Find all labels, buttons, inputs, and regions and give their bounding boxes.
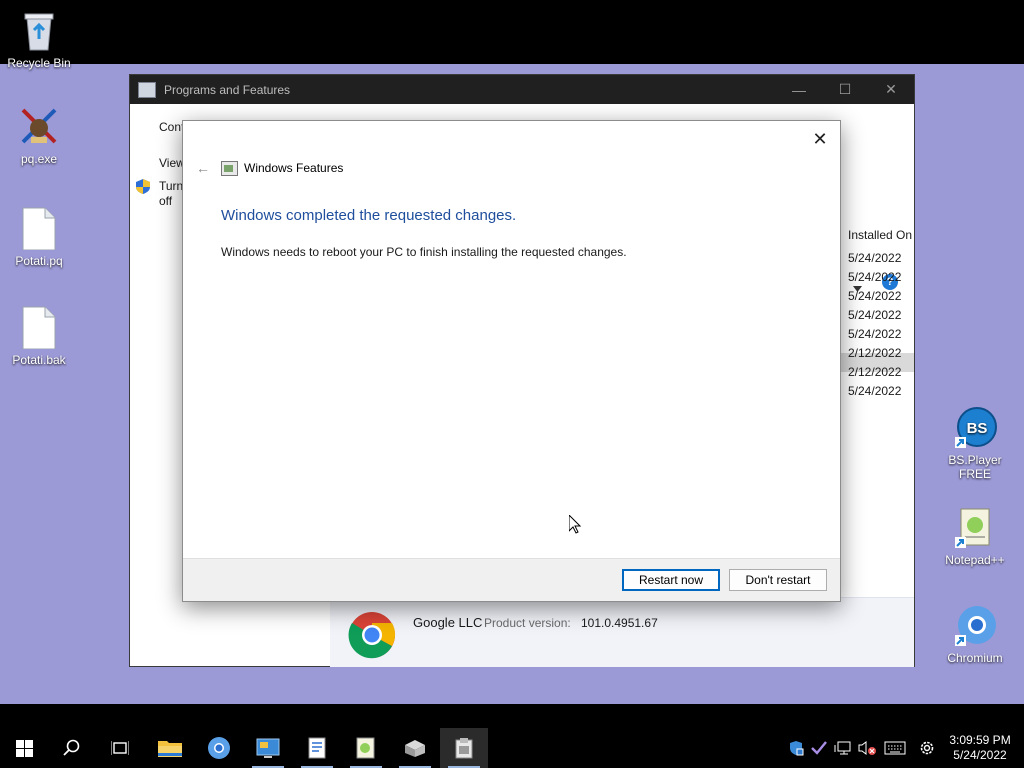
windows-features-icon	[221, 160, 238, 176]
windows-features-dialog: ✕ ← Windows Features Windows completed t…	[182, 120, 841, 602]
dialog-close-button[interactable]: ✕	[806, 126, 834, 152]
product-version-label: Product version:	[484, 616, 571, 630]
clock-time: 3:09:59 PM	[949, 733, 1011, 747]
windows-security-icon[interactable]	[786, 728, 806, 768]
desktop-icon-notepad-plus-plus[interactable]: Notepad++	[937, 505, 1013, 567]
back-arrow-icon[interactable]: ←	[191, 160, 215, 176]
taskbar-document-app[interactable]	[293, 728, 341, 768]
folder-icon	[158, 741, 182, 757]
column-header-installed-on[interactable]: Installed On	[848, 228, 912, 242]
installed-on-cell[interactable]: 5/24/2022	[848, 327, 901, 341]
network-icon[interactable]	[832, 728, 854, 768]
reboot-message: Windows needs to reboot your PC to finis…	[221, 245, 627, 259]
desktop-icon-label: Potati.bak	[12, 353, 66, 367]
programs-features-icon	[455, 738, 473, 759]
desktop-icon-label: Chromium	[947, 651, 1003, 665]
restart-now-button[interactable]: Restart now	[622, 569, 720, 591]
publisher-name: Google LLC	[413, 615, 483, 630]
desktop-icon-label: Potati.pq	[15, 254, 63, 268]
file-icon	[17, 206, 61, 251]
bs-player-icon: BS	[953, 405, 997, 449]
window-titlebar[interactable]: Programs and Features — ☐ ✕	[130, 75, 914, 104]
desktop-icon-label: BS.Player FREE	[948, 453, 1002, 481]
desktop-icon-potati-pq[interactable]: Potati.pq	[1, 206, 77, 268]
desktop-icon-label: Notepad++	[945, 553, 1005, 567]
taskbar-programs-and-features[interactable]	[440, 728, 488, 768]
dialog-footer: Restart now Don't restart	[183, 558, 840, 601]
svg-text:BS: BS	[967, 420, 988, 437]
speaker-muted-icon[interactable]	[856, 728, 878, 768]
desktop-icon-pq-exe[interactable]: pq.exe	[1, 104, 77, 166]
notepad-plus-plus-icon	[953, 505, 997, 549]
product-version-value: 101.0.4951.67	[581, 616, 658, 630]
pq-exe-icon	[17, 104, 61, 148]
installed-on-cell[interactable]: 5/24/2022	[848, 308, 901, 322]
installed-on-cell[interactable]: 5/24/2022	[848, 289, 901, 303]
mouse-cursor-icon	[568, 513, 582, 539]
installed-on-cell[interactable]: 5/24/2022	[848, 384, 901, 398]
sidebar-link-turn-features[interactable]: Turn	[159, 179, 183, 193]
clock-date: 5/24/2022	[953, 748, 1007, 762]
dialog-title: Windows Features	[244, 161, 344, 175]
task-view-button[interactable]	[96, 728, 144, 768]
details-pane: Google LLC Product version: 101.0.4951.6…	[330, 597, 914, 667]
sidebar-link-turn-features-line2: off	[159, 194, 173, 208]
checkmark-icon[interactable]	[810, 728, 828, 768]
shield-icon	[136, 179, 150, 194]
chromium-icon	[953, 603, 997, 647]
chromium-icon	[208, 737, 230, 759]
settings-gear-icon[interactable]	[914, 728, 940, 768]
taskbar: 3:09:59 PM 5/24/2022	[0, 728, 1024, 768]
desktop-icon-label: pq.exe	[20, 152, 58, 166]
search-button[interactable]	[48, 728, 96, 768]
taskbar-chromium[interactable]	[195, 728, 243, 768]
system-clock[interactable]: 3:09:59 PM 5/24/2022	[940, 733, 1020, 763]
package-icon	[405, 740, 425, 757]
taskbar-control-panel[interactable]	[244, 728, 292, 768]
control-panel-icon	[138, 81, 156, 98]
sidebar-link-view-installed-updates[interactable]: View	[159, 156, 185, 170]
window-title: Programs and Features	[164, 82, 291, 97]
dialog-navigation: ← Windows Features	[191, 158, 343, 178]
desktop-icon-chromium[interactable]: Chromium	[937, 603, 1013, 665]
document-list-icon	[308, 737, 326, 759]
installed-on-cell[interactable]: 5/24/2022	[848, 270, 901, 284]
control-panel-icon	[256, 738, 280, 758]
installed-on-cell[interactable]: 2/12/2022	[848, 346, 901, 360]
keyboard-icon[interactable]	[882, 728, 908, 768]
minimize-button[interactable]: —	[776, 75, 822, 104]
file-icon	[17, 305, 61, 350]
close-button[interactable]: ✕	[868, 75, 914, 104]
dont-restart-button[interactable]: Don't restart	[729, 569, 827, 591]
taskbar-notepad-plus-plus[interactable]	[342, 728, 390, 768]
start-button[interactable]	[0, 728, 48, 768]
desktop-icon-recycle-bin[interactable]: Recycle Bin	[1, 8, 77, 70]
recycle-bin-icon	[17, 8, 61, 52]
sidebar-link-control-panel-home[interactable]: Cont	[159, 120, 184, 134]
maximize-button[interactable]: ☐	[822, 75, 868, 104]
desktop-icon-bs-player[interactable]: BS BS.Player FREE	[937, 405, 1013, 481]
completion-heading: Windows completed the requested changes.	[221, 207, 517, 224]
taskbar-package-app[interactable]	[391, 728, 439, 768]
installed-on-cell[interactable]: 2/12/2022	[848, 365, 901, 379]
windows-logo-icon	[15, 739, 33, 757]
task-view-icon	[111, 741, 129, 755]
desktop-icon-potati-bak[interactable]: Potati.bak	[1, 305, 77, 367]
notepad-plus-plus-icon	[356, 737, 375, 759]
search-icon	[63, 739, 80, 756]
installed-on-cell[interactable]: 5/24/2022	[848, 251, 901, 265]
desktop-icon-label: Recycle Bin	[7, 56, 71, 70]
taskbar-file-explorer[interactable]	[146, 728, 194, 768]
chrome-icon	[348, 611, 396, 664]
